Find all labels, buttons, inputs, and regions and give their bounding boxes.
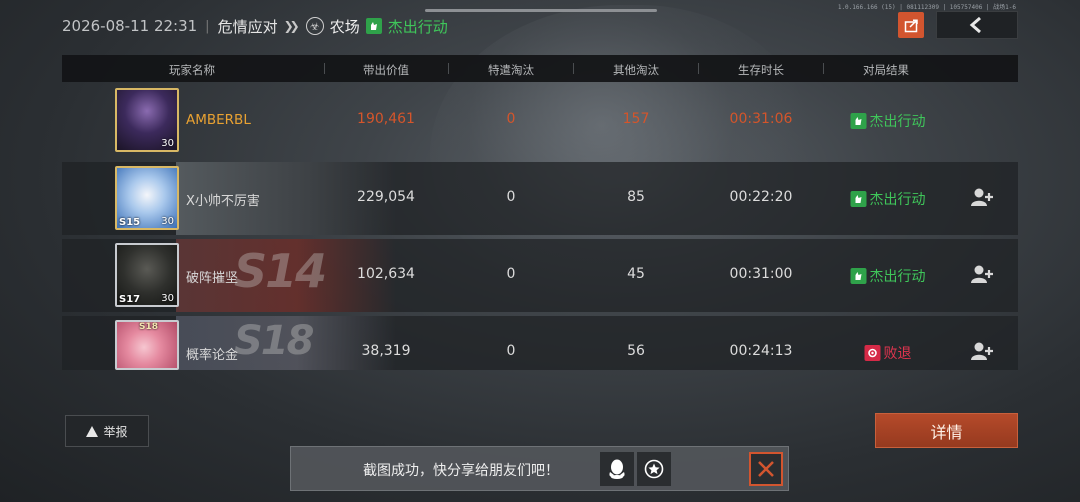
divider [698,63,699,74]
screenshot-toast: 截图成功，快分享给朋友们吧！ [290,446,789,491]
result-label: 杰出行动 [869,114,926,130]
game-mode: 危情应对 [217,17,278,36]
result-badge: 败退 [864,343,912,363]
add-friend-icon[interactable] [970,186,994,208]
table-row[interactable]: S14 S17 30 破阵摧坚 102,634 0 45 00:31:00 杰出… [62,239,1018,312]
match-timestamp: 2026-08-11 22:31 [62,17,198,35]
survival-time: 00:31:06 [729,111,793,127]
add-friend-icon[interactable] [970,340,994,362]
qq-share-button[interactable] [600,452,634,486]
flame-icon [850,113,867,129]
divider [324,63,325,74]
other-kills: 45 [627,266,645,282]
warning-icon [86,425,99,437]
season-badge: S17 [119,294,141,305]
column-header: 其他淘汰 [613,63,659,77]
player-name: 破阵摧坚 [186,271,239,286]
player-name: AMBERBL [186,112,251,128]
avatar[interactable]: S15 30 [115,166,179,230]
top-handle[interactable] [425,9,657,12]
season-badge: S15 [119,217,141,228]
back-icon [969,17,981,33]
column-header: 生存时长 [738,63,784,77]
banner-season-text: S14 [234,244,327,298]
other-kills: 157 [622,111,650,127]
divider [448,63,449,74]
survival-time: 00:31:00 [729,266,793,282]
other-kills: 85 [627,189,645,205]
divider: | [205,18,210,34]
avatar[interactable]: S18 [115,320,179,370]
share-icon [904,18,918,32]
extract-value: 38,319 [361,343,411,359]
divider [823,63,824,74]
special-kills: 0 [506,266,516,282]
table-row-self[interactable]: 30 AMBERBL 190,461 0 157 00:31:06 杰出行动 [62,84,1018,157]
column-header: 对局结果 [863,63,909,77]
result-badge: 杰出行动 [850,189,926,209]
special-kills: 0 [506,189,516,205]
result-icon [365,18,382,34]
retreat-icon [864,345,881,361]
extract-value: 190,461 [357,111,415,127]
table-row[interactable]: S18 S18 概率论金 38,319 0 56 00:24:13 败退 [62,316,1018,370]
player-name: X小帅不厉害 [186,194,260,209]
special-kills: 0 [506,343,516,359]
player-level: 30 [161,138,174,149]
flame-icon [850,191,867,207]
match-header: 2026-08-11 22:31 | 危情应对 ❯❯ ☣ 农场 杰出行动 [62,14,448,38]
details-label: 详情 [930,422,963,442]
extract-value: 102,634 [357,266,415,282]
details-button[interactable]: 详情 [875,413,1018,448]
add-friend-icon[interactable] [970,263,994,285]
player-level: 30 [161,216,174,227]
special-kills: 0 [506,111,516,127]
table-header: 玩家名称 带出价值 特遣淘汰 其他淘汰 生存时长 对局结果 [62,55,1018,82]
match-result: 杰出行动 [387,17,448,36]
table-row[interactable]: S15 30 X小帅不厉害 229,054 0 85 00:22:20 杰出行动 [62,162,1018,235]
result-label: 杰出行动 [869,269,926,285]
survival-time: 00:22:20 [729,189,793,205]
divider [573,63,574,74]
column-header: 特遣淘汰 [488,63,534,77]
survival-time: 00:24:13 [729,343,793,359]
report-label: 举报 [103,424,128,439]
avatar[interactable]: S17 30 [115,243,179,307]
flame-icon [850,268,867,284]
session-id: 1.0.166.166 (15) | 081112309 | 105757406… [837,4,1016,11]
hazard-icon: ☣ [305,17,324,35]
back-button[interactable] [936,11,1018,39]
extract-value: 229,054 [357,189,415,205]
avatar[interactable]: 30 [115,88,179,152]
close-toast-button[interactable] [749,452,783,486]
result-label: 杰出行动 [869,192,926,208]
qq-icon [609,459,625,479]
other-kills: 56 [627,343,645,359]
toast-message: 截图成功，快分享给朋友们吧！ [363,463,559,479]
result-badge: 杰出行动 [850,111,926,131]
player-name: 概率论金 [186,348,239,363]
result-label: 败退 [883,346,912,362]
favorite-share-button[interactable] [637,452,671,486]
star-icon [644,459,664,479]
report-button[interactable]: 举报 [65,415,149,447]
close-icon [758,461,774,477]
share-button[interactable] [898,12,924,38]
map-name: 农场 [329,17,360,36]
chevron-right-icon: ❯❯ [283,19,300,33]
column-header: 玩家名称 [169,63,215,77]
season-badge: S18 [139,322,159,332]
result-badge: 杰出行动 [850,266,926,286]
player-level: 30 [161,293,174,304]
banner-season-text: S18 [234,318,314,364]
column-header: 带出价值 [363,63,409,77]
